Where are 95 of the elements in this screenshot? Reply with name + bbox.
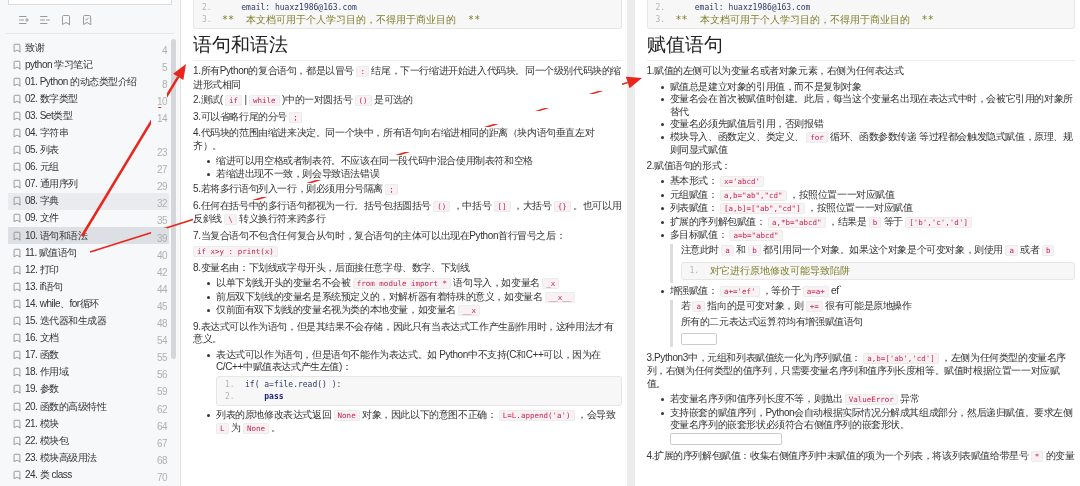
outline-label: 20. 函数的高级特性: [25, 399, 108, 414]
bullet-icon: [660, 207, 664, 210]
bookmark-icon: [12, 128, 22, 138]
bookmark-icon: [12, 162, 22, 173]
bullet-icon: [207, 295, 210, 299]
bookmark-icon: [12, 264, 22, 275]
section-heading: 赋值语句: [646, 32, 1075, 61]
section-heading: 语句和语法: [193, 32, 622, 61]
bullet-icon: [207, 160, 210, 163]
outline-label: 致谢: [25, 40, 46, 55]
outline-label: 08. 字典: [25, 194, 60, 209]
bookmark-icon: [12, 230, 22, 241]
bookmark-icon: [12, 298, 22, 309]
bookmark-icon: [12, 110, 22, 121]
outline-label: 24. 类 class: [25, 467, 73, 482]
code-line: ** 本文档可用于个人学习目的，不得用于商业目的 **: [675, 14, 934, 26]
line-number: 1.: [689, 265, 701, 277]
code-line: pass: [263, 390, 284, 403]
bookmark-icon: [12, 350, 22, 361]
bullet-icon: [660, 85, 664, 89]
line-number: 1.: [225, 378, 236, 391]
bookmark-icon: [12, 145, 22, 156]
bookmark-icon: [12, 367, 22, 378]
bookmark-icon: [12, 333, 22, 344]
outline-label: 23. 模块高级用法: [25, 450, 98, 465]
bullet-icon: [660, 135, 664, 139]
outline-label: 18. 作用域: [25, 365, 70, 380]
outline-label: 22. 模块包: [25, 433, 70, 448]
bullet-icon: [207, 413, 210, 417]
bookmark-icon: [12, 213, 22, 224]
outline-label: 07. 通用序列: [25, 177, 79, 192]
outline-label: 17. 函数: [25, 348, 60, 363]
empty-frame: [680, 332, 717, 345]
bookmark-icon: [12, 469, 22, 480]
bullet-icon: [207, 282, 210, 285]
outline-label: 14. while、for循环: [25, 296, 100, 311]
outline-label: 12. 打印: [25, 262, 60, 277]
list-plus-icon[interactable]: [18, 14, 30, 26]
bullet-icon: [207, 172, 210, 176]
bookmark-icon: [12, 42, 22, 53]
bullet-icon: [660, 398, 664, 401]
bookmark-icon[interactable]: [60, 14, 72, 26]
outline-label: 02. 数字类型: [25, 91, 79, 106]
bullet-icon: [660, 234, 664, 237]
outline-label: 06. 元组: [25, 160, 60, 175]
line-number: 2.: [655, 2, 667, 14]
code-line: if( a=file.read() ):: [245, 378, 342, 391]
outline-label: 11. 赋值语句: [25, 245, 78, 260]
outline-label: 16. 文档: [25, 331, 60, 346]
code-line: email: huaxz1986@163.com: [240, 2, 357, 14]
bookmark-icon: [12, 316, 22, 327]
bookmark-icon: [12, 76, 22, 87]
line-number: 3.: [655, 14, 667, 26]
bullet-icon: [660, 98, 664, 101]
page-number: 14: [151, 107, 167, 124]
outline-label: 09. 文件: [25, 211, 60, 226]
outline-label: 19. 参数: [25, 382, 60, 397]
bullet-icon: [660, 193, 664, 197]
search-field[interactable]: [8, 0, 172, 5]
bullet-text: 支持嵌套的赋值序列，Python会自动根据实际情况分解成其组成部分，然后递归赋值。要求左侧变量名序列的嵌套形状必须符合右侧值序列的嵌套形状。: [669, 406, 1075, 432]
bullet-icon: [660, 220, 664, 224]
outline-label: 13. if语句: [25, 279, 64, 294]
code-line: 对它进行原地修改可能导致陷阱: [709, 265, 850, 277]
bookmark-icon: [12, 196, 22, 207]
bookmark-icon: [12, 179, 22, 190]
outline-label: 21. 模块: [25, 416, 60, 431]
bullet-icon: [660, 411, 664, 415]
line-number: 2.: [225, 390, 236, 403]
outline-label: 01. Python 的动态类型介绍: [25, 74, 138, 89]
bookmark-icon: [12, 401, 22, 412]
bullet-icon: [207, 309, 210, 312]
outline-label: 05. 列表: [25, 143, 60, 158]
line-number: 2.: [202, 2, 213, 14]
scrollbar[interactable]: [171, 39, 176, 359]
bookmark-icon: [12, 452, 22, 463]
bookmark-icon: [12, 93, 22, 104]
code-line: ** 本文档可用于个人学习目的，不得用于商业目的 **: [222, 14, 481, 26]
bullet-text: 变量名会在首次被赋值时创建。此后，每当这个变量名出现在表达式中时，会被它引用的对象所替代: [669, 93, 1075, 118]
code-line: email: huaxz1986@163.com: [693, 2, 811, 14]
list-minus-icon[interactable]: [39, 14, 51, 26]
bookmark-icon: [12, 418, 22, 429]
bullet-icon: [660, 290, 664, 293]
outline-label: python 学习笔记: [25, 57, 94, 72]
outline-label: 15. 迭代器和生成器: [25, 314, 108, 329]
bookmark-icon: [12, 247, 22, 258]
outline-label: 03. Set类型: [25, 108, 74, 123]
bookmark-icon: [12, 435, 22, 446]
bookmark-icon: [12, 384, 22, 395]
bookmark-icon: [12, 59, 22, 70]
bullet-icon: [207, 353, 210, 357]
bullet-icon: [660, 123, 664, 126]
bullet-icon: [660, 180, 664, 183]
bookmark-check-icon[interactable]: [81, 14, 93, 26]
outline-label: 04. 字符串: [25, 126, 70, 140]
bookmark-icon: [12, 281, 22, 292]
